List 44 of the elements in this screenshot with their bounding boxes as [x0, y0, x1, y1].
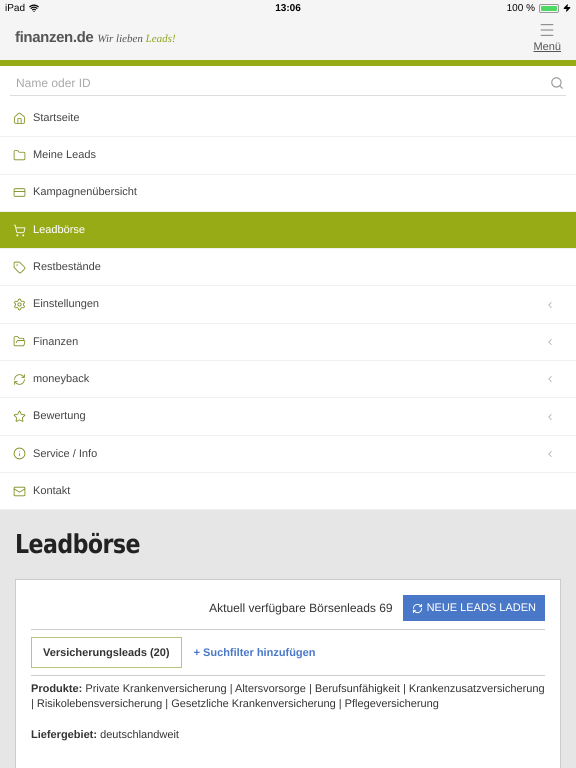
menu-label: Startseite	[33, 110, 80, 126]
logo[interactable]: finanzen.de	[15, 26, 94, 50]
battery-percent: 100 %	[506, 2, 535, 16]
reload-button[interactable]: NEUE LEADS LADEN	[402, 595, 545, 622]
menu-label: Restbestände	[33, 260, 102, 276]
info-icon	[13, 447, 26, 460]
folder-icon	[13, 148, 26, 162]
available-leads-text: Aktuell verfügbare Börsenleads 69	[209, 600, 393, 618]
device-name: iPad	[5, 2, 26, 16]
menu-label: Meine Leads	[33, 148, 97, 164]
search-field[interactable]: Name oder ID	[10, 70, 566, 96]
wifi-icon	[29, 3, 40, 13]
charging-icon	[562, 4, 571, 12]
menu-label: Finanzen	[33, 334, 80, 350]
tag-icon	[13, 260, 26, 274]
mail-icon	[13, 484, 26, 498]
menu-label: Kampagnenübersicht	[33, 185, 138, 200]
refresh-icon	[13, 372, 26, 386]
menu-item[interactable]: Service / Info	[0, 436, 576, 473]
star-icon	[13, 410, 26, 424]
menu-label: Einstellungen	[33, 297, 100, 312]
detail-text: Liefergebiet: deutschlandweit	[31, 728, 180, 744]
menu-label: Kontakt	[33, 484, 72, 499]
battery-icon	[538, 4, 559, 12]
menu-label: moneyback	[33, 372, 90, 387]
menu-label: Service / Info	[33, 446, 98, 462]
menu-item[interactable]: Kampagnenübersicht	[0, 174, 576, 212]
refresh-icon	[412, 602, 423, 614]
menu-label: Bewertung	[33, 409, 87, 424]
tagline: Wir lieben Leads!	[97, 32, 176, 47]
detail-text: Produkte: Private Krankenversicherung | Altersvorsorge | Berufsunfähigkeit | Krankenzusatzversicherung | Risikolebensversicherung | Gesetzliche Krankenversicherung | Pflegeversicherung	[31, 682, 545, 712]
menu-label: Leadbörse	[33, 222, 86, 238]
cart-icon	[13, 224, 26, 237]
page-title: Leadbörse	[15, 529, 141, 562]
clock: 13:06	[275, 2, 301, 16]
settings-icon	[13, 298, 26, 312]
filter-tab[interactable]: Versicherungsleads (20)	[31, 637, 182, 668]
search-bar[interactable]: Name oder ID	[0, 66, 576, 100]
folder-icon	[13, 335, 26, 348]
add-filter-link[interactable]: + Suchfilter hinzufügen	[194, 644, 316, 662]
house-icon	[13, 112, 26, 125]
menu-button[interactable]: Menü	[533, 20, 561, 56]
card-icon	[13, 186, 26, 200]
search-icon	[550, 76, 564, 90]
